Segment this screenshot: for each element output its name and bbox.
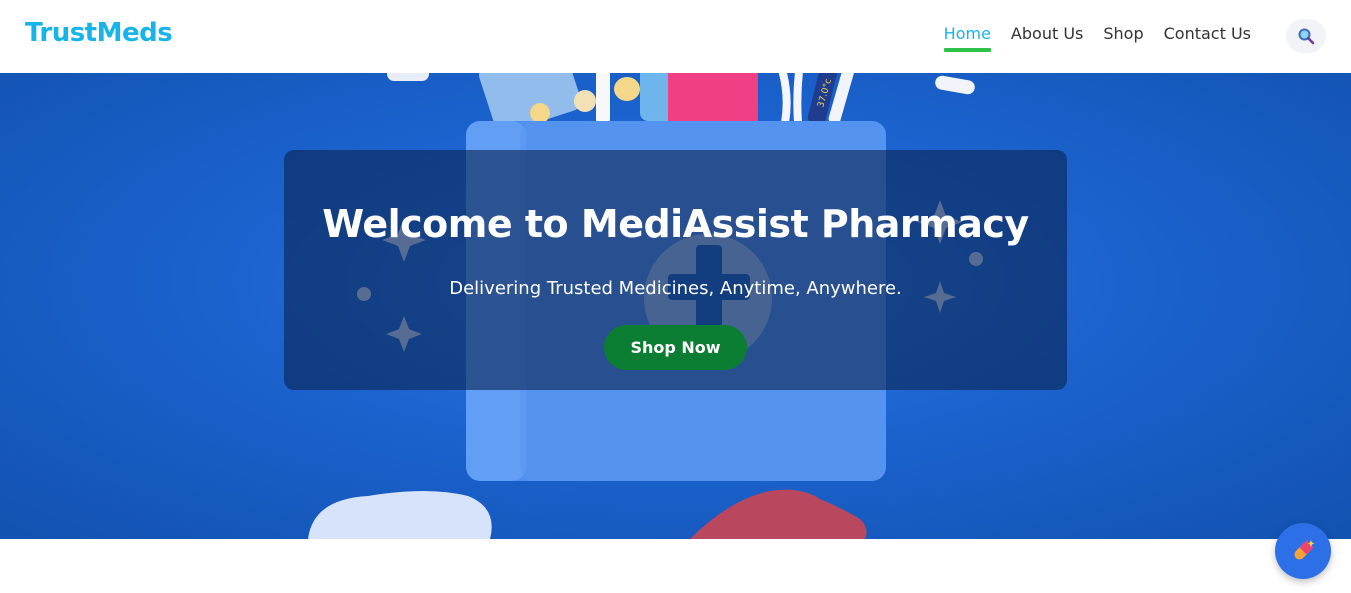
shop-now-button[interactable]: Shop Now: [604, 325, 747, 370]
hero-title: Welcome to MediAssist Pharmacy: [322, 202, 1029, 246]
floating-pill-button[interactable]: [1275, 523, 1331, 579]
nav-link-contact-us[interactable]: Contact Us: [1164, 24, 1251, 49]
hero-subtitle: Delivering Trusted Medicines, Anytime, A…: [449, 278, 902, 299]
capsule-decor: [935, 75, 975, 95]
nav-link-about-us[interactable]: About Us: [1011, 24, 1083, 49]
nav-link-shop[interactable]: Shop: [1103, 24, 1143, 49]
site-header: TrustMeds Home About Us Shop Contact Us: [0, 0, 1351, 73]
site-logo[interactable]: TrustMeds: [25, 18, 173, 48]
pill-icon: [1294, 540, 1315, 560]
hero-banner: 37.0°c Welcome to MediAssist Pharmacy De…: [0, 73, 1351, 539]
search-icon: [1298, 28, 1315, 45]
hand-left-decor: [308, 491, 492, 539]
nav-link-home[interactable]: Home: [943, 24, 992, 52]
hero-card: Welcome to MediAssist Pharmacy Deliverin…: [284, 150, 1067, 390]
main-nav: Home About Us Shop Contact Us: [943, 24, 1251, 52]
search-button[interactable]: [1286, 19, 1326, 53]
capsule-decor: [387, 73, 429, 81]
hand-right-decor: [690, 489, 867, 539]
